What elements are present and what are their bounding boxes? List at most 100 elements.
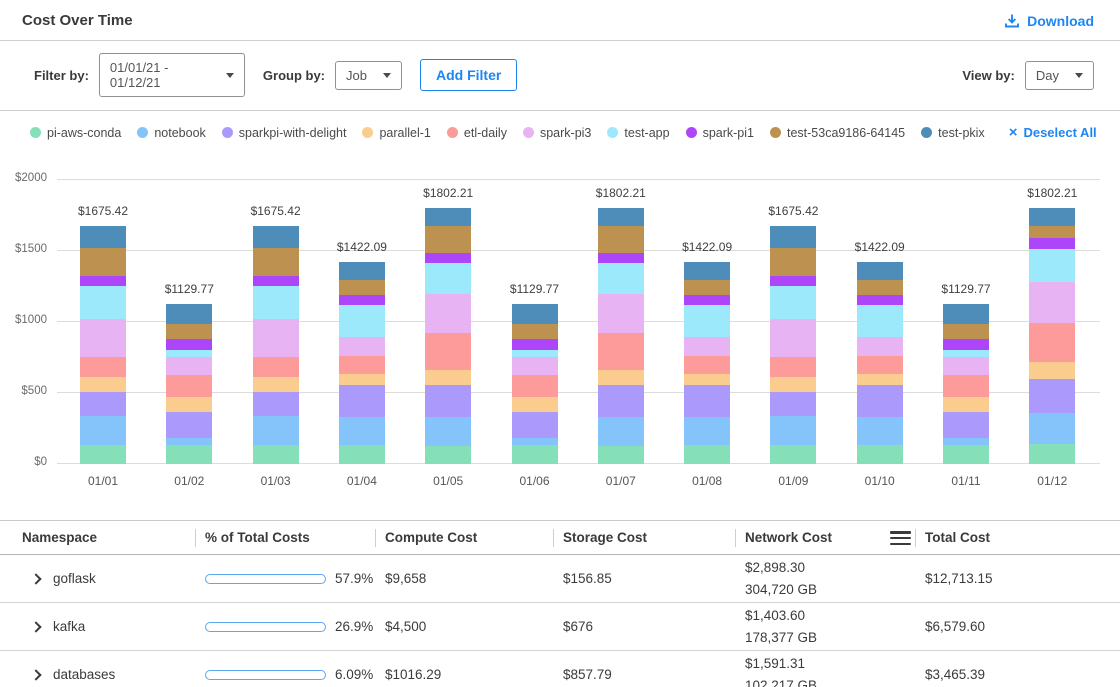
bar-segment-spark-pi3[interactable] [857,337,903,355]
legend-item-notebook[interactable]: notebook [137,126,205,140]
bar-segment-test-53ca9186-64145[interactable] [166,324,212,339]
bar-segment-pi-aws-conda[interactable] [770,445,816,464]
bar-segment-notebook[interactable] [857,417,903,445]
bar-segment-spark-pi1[interactable] [857,295,903,306]
bar-segment-notebook[interactable] [166,438,212,445]
bar-segment-spark-pi1[interactable] [770,276,816,286]
bar-segment-etl-daily[interactable] [253,357,299,377]
bar-segment-spark-pi3[interactable] [770,319,816,357]
bar-segment-notebook[interactable] [598,417,644,446]
col-header-total-cost[interactable]: Total Cost [925,521,1120,554]
bar-segment-spark-pi3[interactable] [943,357,989,376]
col-header-network-cost[interactable]: Network Cost [745,521,925,554]
bar-segment-pi-aws-conda[interactable] [684,445,730,464]
bar-segment-test-pkix[interactable] [339,262,385,280]
bar-segment-spark-pi3[interactable] [80,319,126,357]
bar-segment-spark-pi1[interactable] [339,295,385,306]
col-header-storage-cost[interactable]: Storage Cost [563,521,745,554]
bar-segment-pi-aws-conda[interactable] [253,445,299,464]
bar-segment-spark-pi1[interactable] [512,339,558,350]
bar-segment-test-pkix[interactable] [512,304,558,324]
deselect-all-button[interactable]: × Deselect All [1009,125,1097,140]
bar-segment-sparkpi-with-delight[interactable] [339,385,385,417]
view-by-select[interactable]: Day [1025,61,1094,90]
bar-segment-parallel-1[interactable] [684,374,730,385]
bar-segment-test-app[interactable] [253,286,299,319]
bar-segment-pi-aws-conda[interactable] [943,445,989,464]
bar-segment-test-53ca9186-64145[interactable] [80,248,126,276]
bar-segment-test-app[interactable] [943,350,989,357]
bar-segment-etl-daily[interactable] [1029,323,1075,362]
bar-segment-spark-pi3[interactable] [512,357,558,376]
bar-segment-test-pkix[interactable] [770,226,816,248]
bar-segment-parallel-1[interactable] [425,370,471,384]
bar-segment-test-53ca9186-64145[interactable] [770,248,816,276]
group-by-select[interactable]: Job [335,61,402,90]
bar-segment-parallel-1[interactable] [512,397,558,412]
bar-segment-sparkpi-with-delight[interactable] [1029,379,1075,413]
bar-segment-test-pkix[interactable] [425,208,471,226]
legend-item-sparkpi-with-delight[interactable]: sparkpi-with-delight [222,126,347,140]
bar-segment-test-53ca9186-64145[interactable] [684,280,730,295]
bar-segment-spark-pi1[interactable] [943,339,989,350]
bar-segment-sparkpi-with-delight[interactable] [598,385,644,417]
bar-segment-test-53ca9186-64145[interactable] [512,324,558,339]
col-header-namespace[interactable]: Namespace [22,521,205,554]
bar-segment-notebook[interactable] [339,417,385,445]
bar-segment-sparkpi-with-delight[interactable] [943,412,989,438]
bar-segment-pi-aws-conda[interactable] [1029,444,1075,464]
bar-segment-spark-pi1[interactable] [166,339,212,350]
bar-segment-test-53ca9186-64145[interactable] [598,226,644,254]
legend-item-etl-daily[interactable]: etl-daily [447,126,507,140]
legend-item-parallel-1[interactable]: parallel-1 [362,126,430,140]
bar-segment-test-app[interactable] [770,286,816,319]
bar-segment-etl-daily[interactable] [684,356,730,374]
bar-segment-spark-pi1[interactable] [598,253,644,263]
col-header-pct-total-costs[interactable]: % of Total Costs [205,521,385,554]
expand-chevron-icon[interactable] [30,621,41,632]
bar-segment-spark-pi3[interactable] [684,337,730,355]
bar-segment-pi-aws-conda[interactable] [166,445,212,464]
bar-segment-spark-pi1[interactable] [1029,238,1075,249]
legend-item-test-app[interactable]: test-app [607,126,669,140]
bar-segment-spark-pi1[interactable] [80,276,126,286]
bar-segment-spark-pi1[interactable] [253,276,299,286]
bar-segment-test-53ca9186-64145[interactable] [339,280,385,295]
bar-segment-sparkpi-with-delight[interactable] [80,392,126,416]
bar-segment-etl-daily[interactable] [425,333,471,370]
bar-segment-sparkpi-with-delight[interactable] [684,385,730,417]
bar-segment-pi-aws-conda[interactable] [512,445,558,464]
bar-segment-etl-daily[interactable] [512,375,558,397]
bar-segment-test-pkix[interactable] [943,304,989,324]
bar-segment-test-pkix[interactable] [598,208,644,226]
bar-segment-test-pkix[interactable] [1029,208,1075,226]
column-menu-icon[interactable] [890,529,911,547]
bar-segment-etl-daily[interactable] [770,357,816,377]
bar-segment-etl-daily[interactable] [857,356,903,374]
bar-segment-etl-daily[interactable] [598,333,644,370]
bar-segment-parallel-1[interactable] [339,374,385,385]
bar-segment-test-53ca9186-64145[interactable] [425,226,471,254]
bar-segment-pi-aws-conda[interactable] [598,446,644,464]
bar-segment-notebook[interactable] [770,416,816,445]
bar-segment-test-pkix[interactable] [253,226,299,248]
bar-segment-notebook[interactable] [684,417,730,445]
bar-segment-parallel-1[interactable] [253,377,299,391]
bar-segment-notebook[interactable] [1029,413,1075,444]
legend-item-test-pkix[interactable]: test-pkix [921,126,985,140]
bar-segment-etl-daily[interactable] [166,375,212,397]
bar-segment-pi-aws-conda[interactable] [339,445,385,464]
legend-item-spark-pi1[interactable]: spark-pi1 [686,126,754,140]
bar-segment-spark-pi3[interactable] [1029,282,1075,323]
bar-segment-parallel-1[interactable] [1029,362,1075,378]
bar-segment-sparkpi-with-delight[interactable] [253,392,299,416]
bar-segment-spark-pi3[interactable] [166,357,212,376]
bar-segment-sparkpi-with-delight[interactable] [512,412,558,438]
bar-segment-test-app[interactable] [339,305,385,337]
bar-segment-parallel-1[interactable] [166,397,212,412]
add-filter-button[interactable]: Add Filter [420,59,517,91]
bar-segment-etl-daily[interactable] [339,356,385,374]
expand-chevron-icon[interactable] [30,573,41,584]
bar-segment-test-pkix[interactable] [80,226,126,248]
bar-segment-test-app[interactable] [684,305,730,337]
